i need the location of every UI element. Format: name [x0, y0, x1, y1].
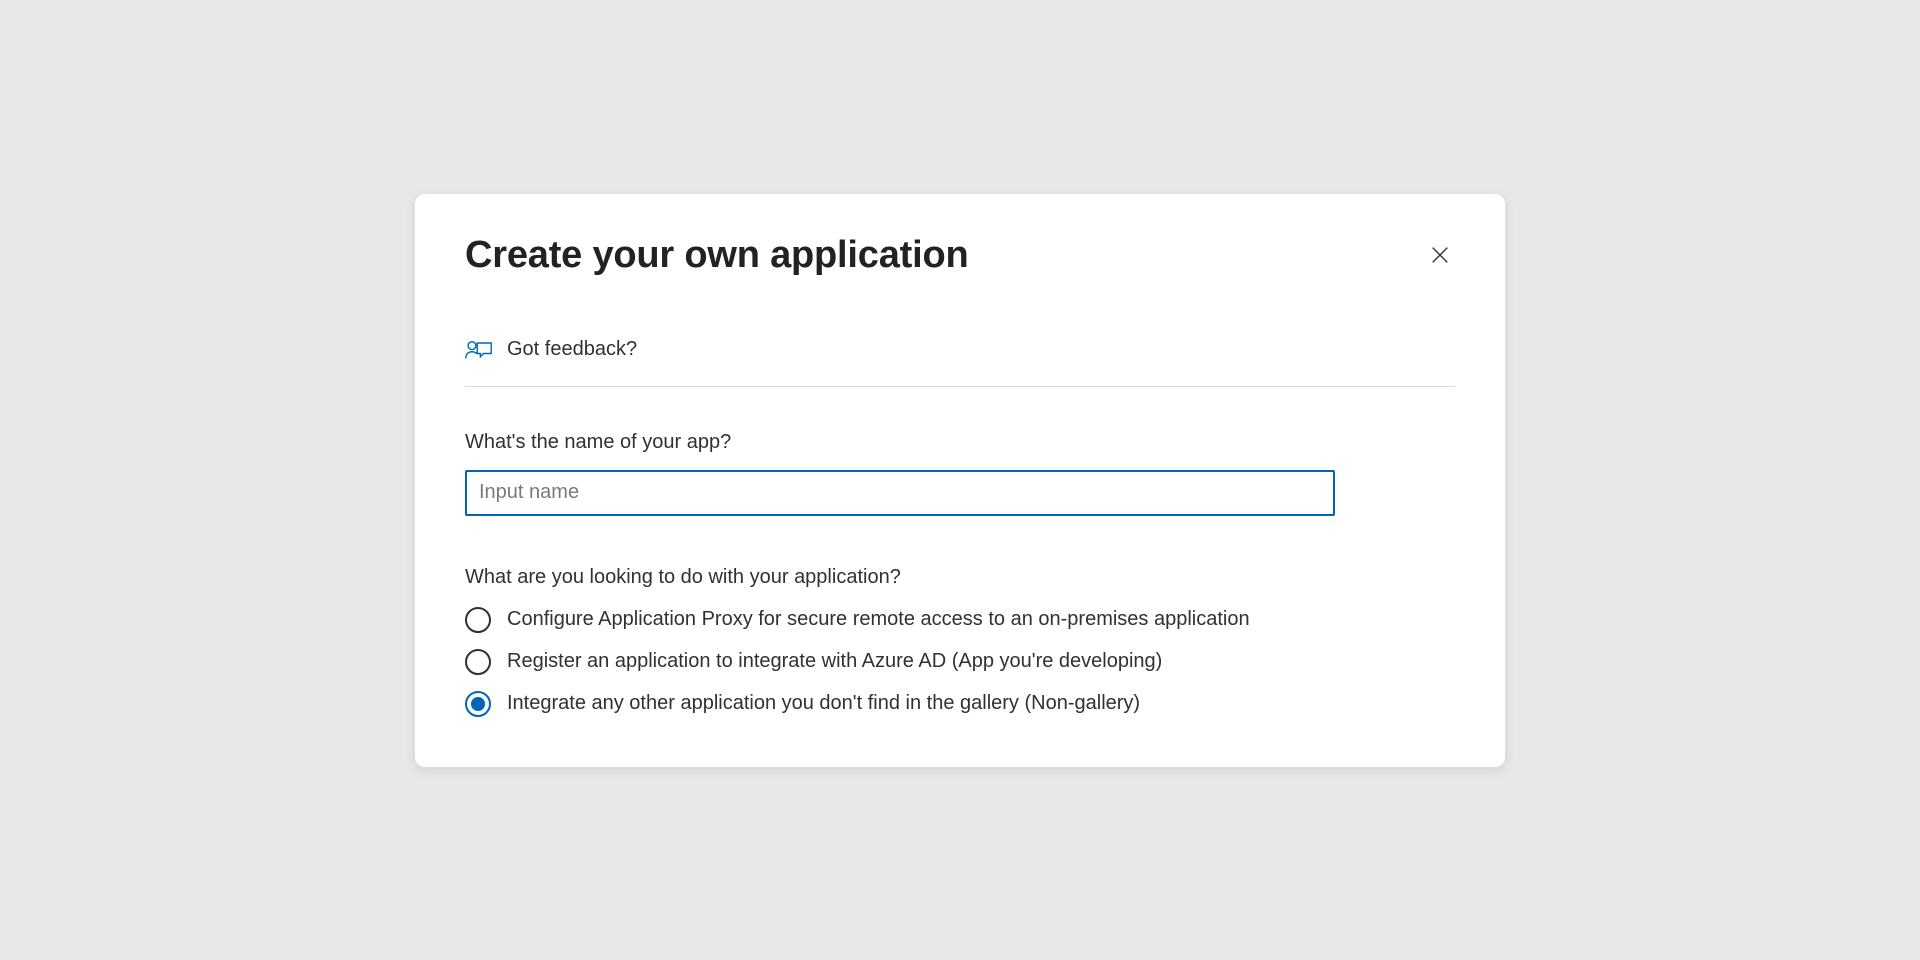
feedback-label: Got feedback? [507, 338, 637, 361]
radio-label: Configure Application Proxy for secure r… [507, 608, 1250, 631]
radio-option-register-app[interactable]: Register an application to integrate wit… [465, 649, 1455, 675]
radio-icon [465, 649, 491, 675]
app-name-label: What's the name of your app? [465, 431, 1455, 454]
radio-label: Integrate any other application you don'… [507, 692, 1140, 715]
panel-header: Create your own application [415, 194, 1505, 287]
feedback-link[interactable]: Got feedback? [465, 337, 637, 363]
radio-option-non-gallery[interactable]: Integrate any other application you don'… [465, 691, 1455, 717]
radio-icon [465, 691, 491, 717]
radio-option-app-proxy[interactable]: Configure Application Proxy for secure r… [465, 607, 1455, 633]
close-icon [1429, 244, 1451, 266]
app-name-input[interactable] [465, 470, 1335, 516]
panel-title: Create your own application [465, 234, 968, 277]
form-section: What's the name of your app? What are yo… [415, 387, 1505, 717]
create-application-panel: Create your own application Got feedback… [415, 194, 1505, 767]
radio-label: Register an application to integrate wit… [507, 650, 1162, 673]
action-radio-group: Configure Application Proxy for secure r… [465, 607, 1455, 717]
feedback-bar: Got feedback? [465, 337, 1455, 387]
action-question-label: What are you looking to do with your app… [465, 566, 1455, 589]
close-button[interactable] [1425, 240, 1455, 270]
radio-icon [465, 607, 491, 633]
feedback-icon [465, 337, 493, 363]
